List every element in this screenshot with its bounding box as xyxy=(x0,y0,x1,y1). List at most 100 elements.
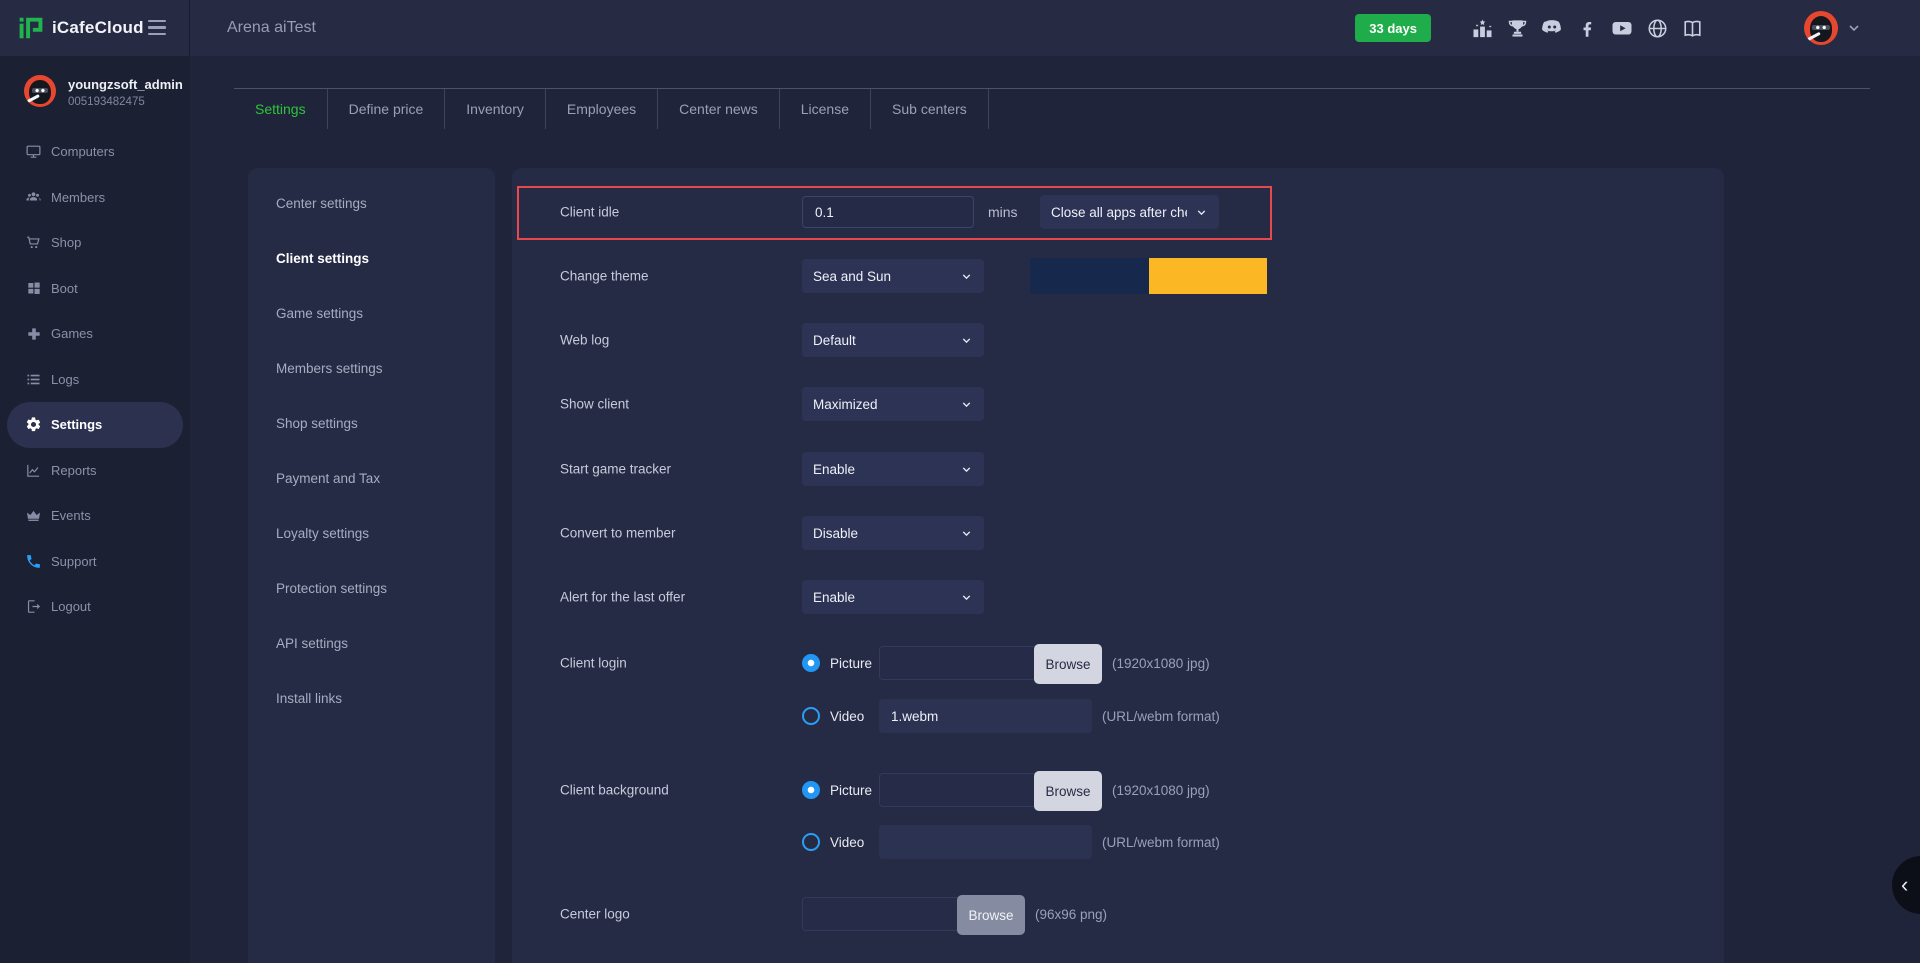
tab-employees[interactable]: Employees xyxy=(546,89,658,129)
row-convert-to-member: Convert to member Disable xyxy=(512,515,1724,551)
sidebar-item-support[interactable]: Support xyxy=(7,539,183,585)
user-name: youngzsoft_admin xyxy=(68,77,183,92)
chevron-left-icon: ‹ xyxy=(1901,874,1908,896)
sidebar-item-logs[interactable]: Logs xyxy=(7,357,183,403)
nav-shop-settings[interactable]: Shop settings xyxy=(248,396,495,451)
logo-text: iCafeCloud xyxy=(52,18,144,38)
file-hint: (URL/webm format) xyxy=(1102,709,1220,724)
field-label: Show client xyxy=(560,397,629,412)
row-client-background-video: Video (URL/webm format) xyxy=(512,824,1724,860)
browse-button[interactable]: Browse xyxy=(1034,771,1102,811)
people-icon xyxy=(25,189,42,206)
game-tracker-select[interactable]: Enable xyxy=(802,452,984,486)
show-client-select[interactable]: Maximized xyxy=(802,387,984,421)
background-picture-file-input[interactable]: Browse xyxy=(879,773,1102,807)
field-label: Client login xyxy=(560,656,627,671)
sidebar-item-members[interactable]: Members xyxy=(7,175,183,221)
facebook-icon[interactable] xyxy=(1575,16,1599,40)
nav-client-settings[interactable]: Client settings xyxy=(248,231,495,286)
nav-api-settings[interactable]: API settings xyxy=(248,616,495,671)
picture-radio[interactable] xyxy=(802,781,820,799)
phone-icon xyxy=(25,553,42,570)
sidebar-item-computers[interactable]: Computers xyxy=(7,129,183,175)
nav-install-links[interactable]: Install links xyxy=(248,671,495,726)
nav-loyalty-settings[interactable]: Loyalty settings xyxy=(248,506,495,561)
radio-label: Video xyxy=(830,709,864,724)
file-hint: (URL/webm format) xyxy=(1102,835,1220,850)
tab-license[interactable]: License xyxy=(780,89,871,129)
field-label: Client background xyxy=(560,783,669,798)
file-hint: (1920x1080 jpg) xyxy=(1112,783,1210,798)
website-icon[interactable] xyxy=(1645,16,1669,40)
row-web-log: Web log Default xyxy=(512,322,1724,358)
discord-icon[interactable] xyxy=(1540,16,1564,40)
chevron-down-icon xyxy=(960,270,973,283)
cart-icon xyxy=(25,234,42,251)
nav-members-settings[interactable]: Members settings xyxy=(248,341,495,396)
sidebar-item-reports[interactable]: Reports xyxy=(7,448,183,494)
tab-inventory[interactable]: Inventory xyxy=(445,89,546,129)
theme-preview xyxy=(1030,258,1267,294)
nav-game-settings[interactable]: Game settings xyxy=(248,286,495,341)
tab-define-price[interactable]: Define price xyxy=(328,89,446,129)
tab-settings[interactable]: Settings xyxy=(234,89,328,129)
file-hint: (1920x1080 jpg) xyxy=(1112,656,1210,671)
row-center-logo: Center logo Browse (96x96 png) xyxy=(512,896,1724,932)
collapse-panel-toggle[interactable]: ‹ xyxy=(1892,856,1920,914)
client-idle-input[interactable] xyxy=(802,196,974,228)
theme-select[interactable]: Sea and Sun xyxy=(802,259,984,293)
tab-strip: Settings Define price Inventory Employee… xyxy=(234,88,1870,129)
user-info: youngzsoft_admin 005193482475 xyxy=(0,56,190,108)
youtube-icon[interactable] xyxy=(1610,16,1634,40)
login-picture-file-input[interactable]: Browse xyxy=(879,646,1102,680)
sidebar-nav: Computers Members Shop Boot Games Logs xyxy=(0,129,190,630)
user-menu[interactable] xyxy=(1804,11,1862,45)
login-video-url-input[interactable] xyxy=(879,699,1092,733)
icafecloud-logo-icon xyxy=(18,15,44,41)
menu-toggle-icon[interactable] xyxy=(148,20,168,35)
browse-button[interactable]: Browse xyxy=(957,895,1025,935)
logout-icon xyxy=(25,598,42,615)
tab-center-news[interactable]: Center news xyxy=(658,89,780,129)
sidebar: youngzsoft_admin 005193482475 Computers … xyxy=(0,56,190,963)
field-label: Web log xyxy=(560,333,609,348)
web-log-select[interactable]: Default xyxy=(802,323,984,357)
field-label: Change theme xyxy=(560,269,649,284)
sidebar-item-events[interactable]: Events xyxy=(7,493,183,539)
user-id: 005193482475 xyxy=(68,96,183,108)
manual-icon[interactable] xyxy=(1680,16,1704,40)
nav-center-settings[interactable]: Center settings xyxy=(248,176,495,231)
background-video-url-input[interactable] xyxy=(879,825,1092,859)
windows-icon xyxy=(25,280,42,297)
field-label: Start game tracker xyxy=(560,462,671,477)
nav-payment-and-tax[interactable]: Payment and Tax xyxy=(248,451,495,506)
avatar[interactable] xyxy=(1804,11,1838,45)
row-client-login-video: Video (URL/webm format) xyxy=(512,698,1724,734)
user-avatar xyxy=(24,75,56,107)
sidebar-item-boot[interactable]: Boot xyxy=(7,266,183,312)
chevron-down-icon xyxy=(960,398,973,411)
sidebar-item-settings[interactable]: Settings xyxy=(7,402,183,448)
client-idle-action-select[interactable]: Close all apps after che xyxy=(1040,195,1219,229)
nav-protection-settings[interactable]: Protection settings xyxy=(248,561,495,616)
browse-button[interactable]: Browse xyxy=(1034,644,1102,684)
radio-label: Picture xyxy=(830,656,872,671)
tab-sub-centers[interactable]: Sub centers xyxy=(871,89,989,129)
sidebar-item-games[interactable]: Games xyxy=(7,311,183,357)
field-label: Client idle xyxy=(560,205,619,220)
sidebar-item-logout[interactable]: Logout xyxy=(7,584,183,630)
ranking-icon[interactable] xyxy=(1470,16,1494,40)
theme-swatch-yellow xyxy=(1149,258,1268,294)
picture-radio[interactable] xyxy=(802,654,820,672)
center-logo-file-input[interactable]: Browse xyxy=(802,897,1025,931)
field-label: Center logo xyxy=(560,907,630,922)
license-days-badge[interactable]: 33 days xyxy=(1355,14,1431,42)
row-client-login-picture: Client login Picture Browse (1920x1080 j… xyxy=(512,645,1724,681)
video-radio[interactable] xyxy=(802,707,820,725)
client-settings-panel: Client idle mins Close all apps after ch… xyxy=(512,168,1724,963)
trophy-icon[interactable] xyxy=(1505,16,1529,40)
alert-offer-select[interactable]: Enable xyxy=(802,580,984,614)
convert-member-select[interactable]: Disable xyxy=(802,516,984,550)
video-radio[interactable] xyxy=(802,833,820,851)
sidebar-item-shop[interactable]: Shop xyxy=(7,220,183,266)
